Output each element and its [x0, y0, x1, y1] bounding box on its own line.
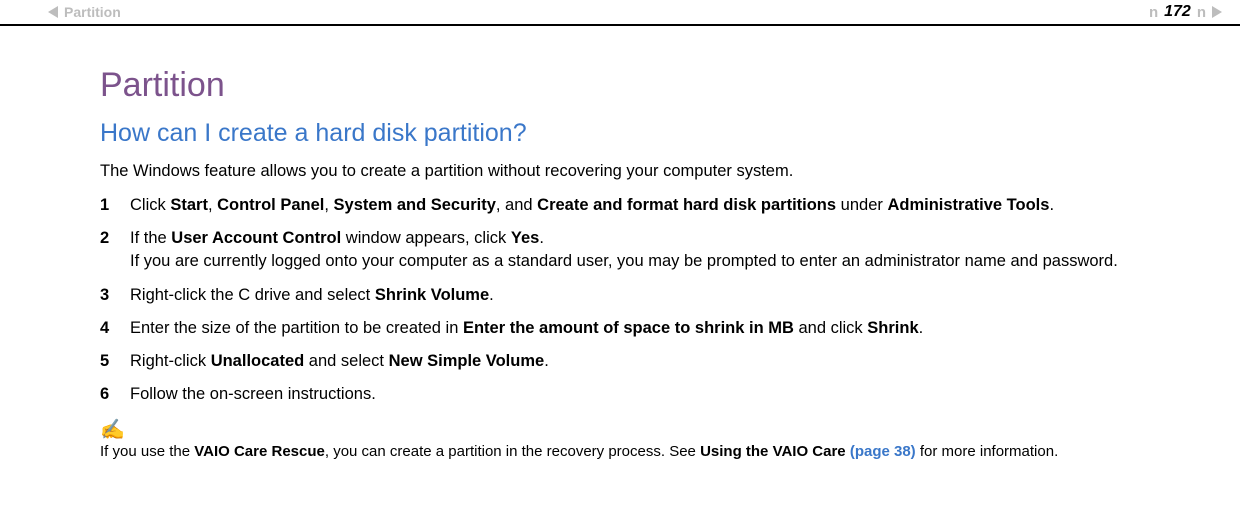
header-right-group: n 172 n — [1147, 3, 1222, 21]
note-text: If you use the VAIO Care Rescue, you can… — [100, 442, 1170, 462]
step-3: Right-click the C drive and select Shrin… — [100, 284, 1170, 307]
question-heading: How can I create a hard disk partition? — [100, 119, 1170, 148]
cross-reference-link[interactable]: (page 38) — [846, 443, 916, 460]
section-title: Partition — [100, 66, 1170, 105]
step-2: If the User Account Control window appea… — [100, 227, 1170, 273]
step-5: Right-click Unallocated and select New S… — [100, 350, 1170, 373]
n-letter-right: n — [1197, 4, 1206, 21]
step-4: Enter the size of the partition to be cr… — [100, 317, 1170, 340]
note-block: ✍ If you use the VAIO Care Rescue, you c… — [100, 420, 1170, 462]
next-page-icon[interactable] — [1212, 6, 1222, 18]
step-1: Click Start, Control Panel, System and S… — [100, 194, 1170, 217]
n-letter-left: n — [1149, 4, 1158, 21]
page-content: Partition How can I create a hard disk p… — [0, 26, 1240, 462]
header-left-group: Partition — [48, 4, 121, 20]
page-number: 172 — [1164, 3, 1191, 21]
pencil-note-icon: ✍ — [100, 420, 1170, 440]
breadcrumb-text: Partition — [64, 4, 121, 20]
step-6: Follow the on-screen instructions. — [100, 383, 1170, 406]
page-container: Partition n 172 n Partition How can I cr… — [0, 0, 1240, 462]
prev-page-icon[interactable] — [48, 6, 58, 18]
page-header: Partition n 172 n — [0, 0, 1240, 26]
steps-list: Click Start, Control Panel, System and S… — [100, 194, 1170, 406]
intro-paragraph: The Windows feature allows you to create… — [100, 160, 1170, 182]
